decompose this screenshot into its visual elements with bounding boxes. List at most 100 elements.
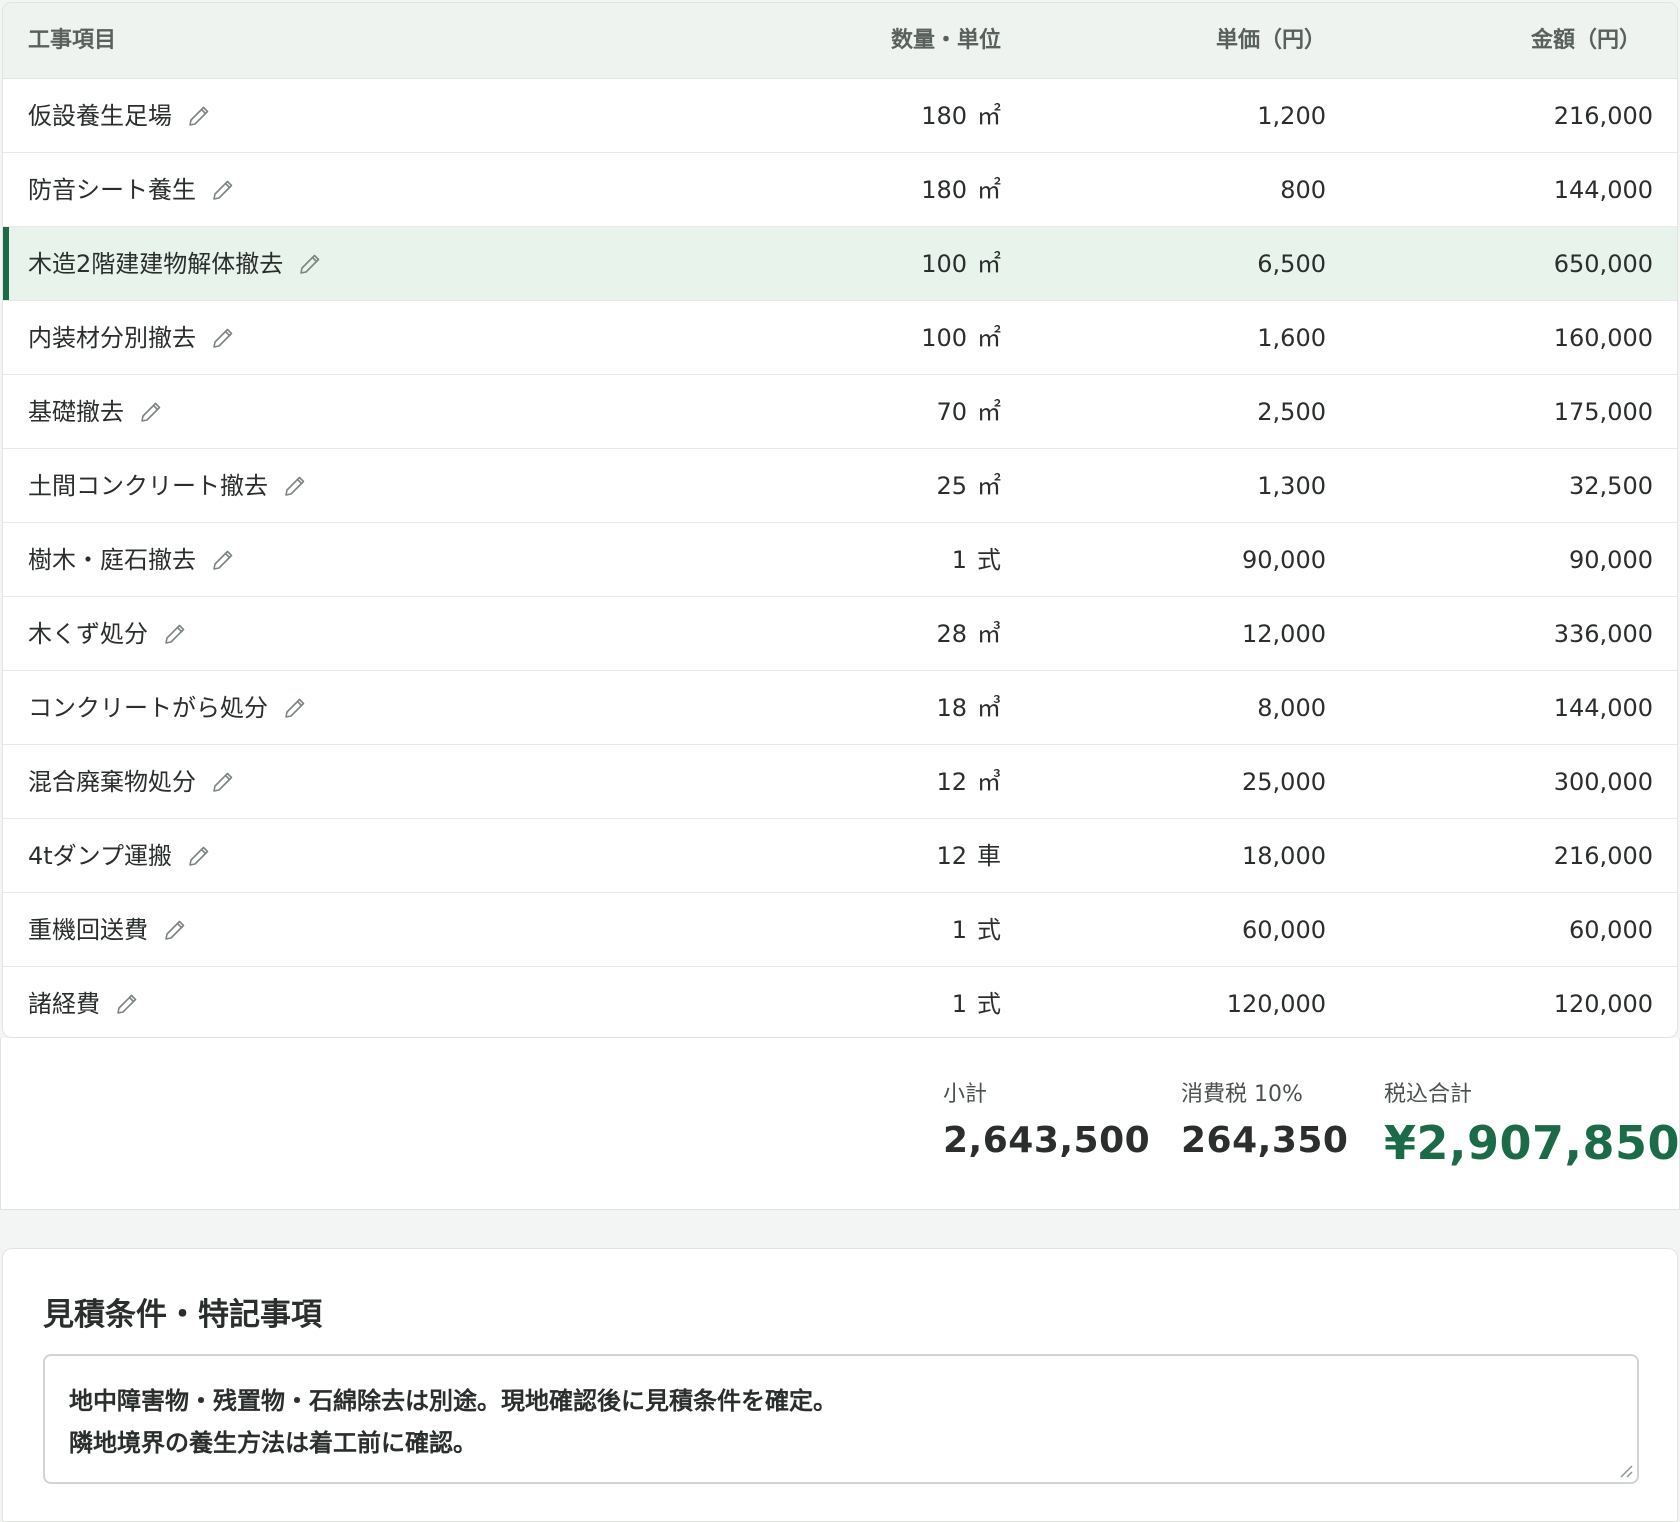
- header-unit-price: 単価（円）: [1215, 28, 1326, 53]
- pencil-icon[interactable]: [114, 991, 140, 1017]
- item-name: コンクリートがら処分: [28, 694, 268, 722]
- pencil-icon[interactable]: [162, 621, 188, 647]
- table-row[interactable]: 樹木・庭石撤去 1 式 90,000 90,000: [3, 523, 1677, 597]
- item-name: 基礎撤去: [28, 398, 124, 426]
- qty-unit: 車: [977, 842, 1001, 870]
- qty-cell: 12 車: [936, 819, 1001, 893]
- table-row[interactable]: 木くず処分 28 ㎥ 12,000 336,000: [3, 597, 1677, 671]
- qty-unit: ㎥: [977, 620, 1001, 648]
- subtotal-value: 2,643,500: [943, 1120, 1151, 1161]
- item-name: 木くず処分: [28, 620, 148, 648]
- tax: 消費税 10% 264,350: [1181, 1076, 1348, 1161]
- resize-handle-icon[interactable]: [1617, 1462, 1633, 1478]
- amount-cell: 175,000: [1553, 398, 1653, 426]
- qty-unit: ㎡: [977, 324, 1001, 352]
- qty-value: 180: [921, 102, 967, 130]
- pencil-icon[interactable]: [186, 103, 212, 129]
- qty-unit: ㎡: [977, 250, 1001, 278]
- amount-cell: 336,000: [1553, 620, 1653, 648]
- item-name-cell: 土間コンクリート撤去: [28, 449, 308, 523]
- item-name-cell: 木造2階建建物解体撤去: [28, 227, 323, 301]
- qty-cell: 25 ㎡: [936, 449, 1001, 523]
- subtotal: 小計 2,643,500: [943, 1076, 1150, 1161]
- pencil-icon[interactable]: [210, 177, 236, 203]
- qty-cell: 100 ㎡: [921, 301, 1001, 375]
- table-row[interactable]: 防音シート養生 180 ㎡ 800 144,000: [3, 153, 1677, 227]
- table-row[interactable]: 重機回送費 1 式 60,000 60,000: [3, 893, 1677, 967]
- header-amount: 金額（円）: [1530, 28, 1641, 53]
- pencil-icon[interactable]: [282, 695, 308, 721]
- notes-line-2: 隣地境界の養生方法は着工前に確認。: [69, 1429, 477, 1457]
- amount-cell: 32,500: [1569, 472, 1653, 500]
- qty-unit: ㎡: [977, 398, 1001, 426]
- item-name-cell: コンクリートがら処分: [28, 671, 308, 745]
- item-name: 諸経費: [28, 990, 100, 1018]
- qty-value: 18: [936, 694, 967, 722]
- item-name-cell: 基礎撤去: [28, 375, 164, 449]
- qty-value: 100: [921, 324, 967, 352]
- table-row[interactable]: コンクリートがら処分 18 ㎥ 8,000 144,000: [3, 671, 1677, 745]
- qty-value: 28: [936, 620, 967, 648]
- table-row[interactable]: 4tダンプ運搬 12 車 18,000 216,000: [3, 819, 1677, 893]
- qty-value: 12: [936, 768, 967, 796]
- qty-cell: 12 ㎥: [936, 745, 1001, 819]
- qty-value: 1: [951, 916, 967, 944]
- notes-textarea[interactable]: 地中障害物・残置物・石綿除去は別途。現地確認後に見積条件を確定。 隣地境界の養生…: [43, 1354, 1639, 1484]
- pencil-icon[interactable]: [297, 251, 323, 277]
- table-row[interactable]: 諸経費 1 式 120,000 120,000: [3, 967, 1677, 1037]
- table-header: 工事項目 数量・単位 単価（円） 金額（円）: [3, 3, 1677, 79]
- notes-title: 見積条件・特記事項: [43, 1297, 322, 1333]
- amount-cell: 160,000: [1553, 324, 1653, 352]
- table-row[interactable]: 木造2階建建物解体撤去 100 ㎡ 6,500 650,000: [3, 227, 1677, 301]
- qty-value: 100: [921, 250, 967, 278]
- estimate-table: 工事項目 数量・単位 単価（円） 金額（円） 仮設養生足場 180 ㎡ 1,200 21…: [2, 2, 1678, 1038]
- unit-price-cell: 8,000: [1257, 694, 1326, 722]
- tax-label: 消費税 10%: [1181, 1082, 1303, 1107]
- amount-cell: 300,000: [1553, 768, 1653, 796]
- table-row[interactable]: 土間コンクリート撤去 25 ㎡ 1,300 32,500: [3, 449, 1677, 523]
- unit-price-cell: 1,200: [1257, 102, 1326, 130]
- unit-price-cell: 1,600: [1257, 324, 1326, 352]
- pencil-icon[interactable]: [282, 473, 308, 499]
- unit-price-cell: 6,500: [1257, 250, 1326, 278]
- qty-value: 70: [936, 398, 967, 426]
- qty-cell: 180 ㎡: [921, 79, 1001, 153]
- pencil-icon[interactable]: [210, 769, 236, 795]
- qty-unit: ㎥: [977, 768, 1001, 796]
- table-row[interactable]: 内装材分別撤去 100 ㎡ 1,600 160,000: [3, 301, 1677, 375]
- amount-cell: 144,000: [1553, 176, 1653, 204]
- unit-price-cell: 120,000: [1226, 990, 1326, 1018]
- item-name: 重機回送費: [28, 916, 148, 944]
- pencil-icon[interactable]: [138, 399, 164, 425]
- qty-cell: 180 ㎡: [921, 153, 1001, 227]
- notes-line-1: 地中障害物・残置物・石綿除去は別途。現地確認後に見積条件を確定。: [69, 1387, 837, 1415]
- qty-cell: 28 ㎥: [936, 597, 1001, 671]
- qty-cell: 1式: [952, 893, 1001, 967]
- pencil-icon[interactable]: [210, 325, 236, 351]
- unit-price-cell: 1,300: [1257, 472, 1326, 500]
- item-name-cell: 内装材分別撤去: [28, 301, 236, 375]
- table-row[interactable]: 基礎撤去 70 ㎡ 2,500 175,000: [3, 375, 1677, 449]
- pencil-icon[interactable]: [186, 843, 212, 869]
- tax-value: 264,350: [1181, 1120, 1349, 1161]
- amount-cell: 216,000: [1553, 842, 1653, 870]
- amount-cell: 650,000: [1553, 250, 1653, 278]
- pencil-icon[interactable]: [210, 547, 236, 573]
- unit-price-cell: 2,500: [1257, 398, 1326, 426]
- qty-unit: ㎡: [977, 176, 1001, 204]
- pencil-icon[interactable]: [162, 917, 188, 943]
- qty-unit: ㎥: [977, 694, 1001, 722]
- table-row[interactable]: 仮設養生足場 180 ㎡ 1,200 216,000: [3, 79, 1677, 153]
- header-item: 工事項目: [28, 28, 117, 53]
- qty-cell: 70 ㎡: [936, 375, 1001, 449]
- qty-unit: ㎡: [977, 472, 1001, 500]
- item-name: 混合廃棄物処分: [28, 768, 196, 796]
- unit-price-cell: 18,000: [1242, 842, 1326, 870]
- item-name-cell: 防音シート養生: [28, 153, 236, 227]
- qty-value: 25: [936, 472, 967, 500]
- item-name-cell: 4tダンプ運搬: [28, 819, 212, 893]
- amount-cell: 120,000: [1553, 990, 1653, 1018]
- unit-price-cell: 90,000: [1242, 546, 1326, 574]
- qty-unit: 式: [977, 916, 1001, 944]
- table-row[interactable]: 混合廃棄物処分 12 ㎥ 25,000 300,000: [3, 745, 1677, 819]
